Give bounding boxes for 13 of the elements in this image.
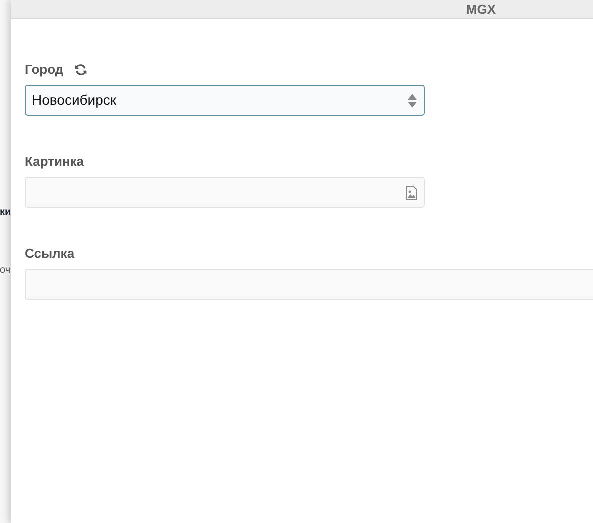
refresh-icon[interactable]	[74, 63, 88, 77]
background-text: оч	[0, 266, 11, 276]
background-text: ки	[0, 208, 11, 218]
city-select[interactable]: Новосибирск	[25, 85, 425, 116]
image-file-icon[interactable]	[406, 186, 417, 200]
image-field[interactable]	[25, 177, 425, 208]
field-label: Город	[25, 61, 64, 80]
field-label: Ссылка	[25, 245, 75, 264]
link-field[interactable]	[25, 269, 593, 300]
panel-title: MGX	[466, 3, 496, 18]
up-down-arrows-icon	[408, 94, 417, 108]
field-label: Картинка	[25, 153, 84, 172]
field-value: Новосибирск	[32, 91, 117, 110]
